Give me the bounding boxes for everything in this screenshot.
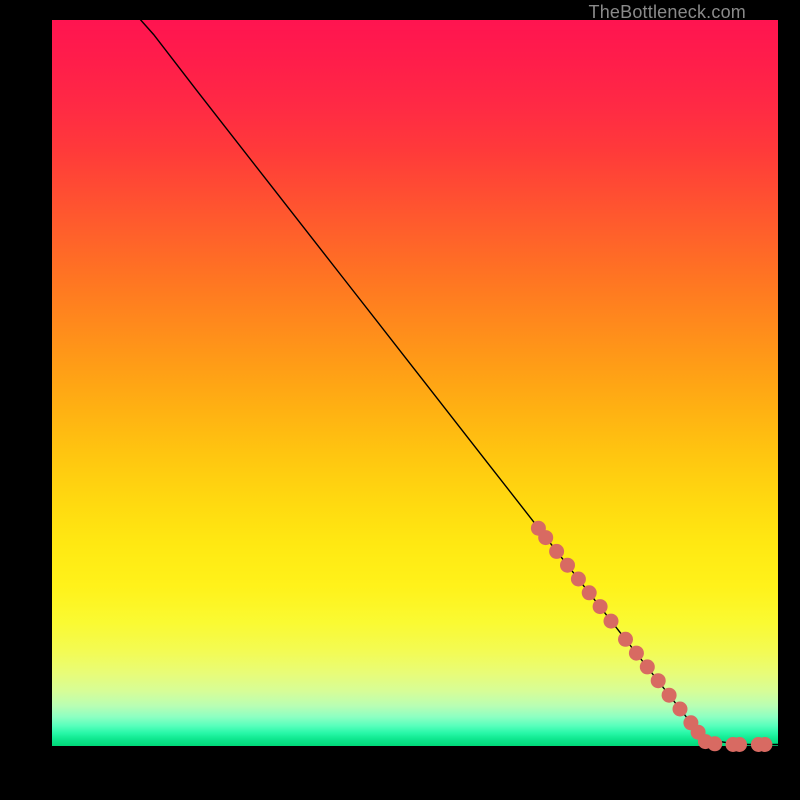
data-marker: [538, 530, 553, 545]
data-marker: [732, 737, 747, 752]
data-marker: [757, 737, 772, 752]
data-marker: [707, 736, 722, 751]
data-marker: [593, 599, 608, 614]
data-marker: [618, 632, 633, 647]
bottleneck-curve: [52, 0, 778, 744]
data-marker: [640, 659, 655, 674]
data-marker: [673, 702, 688, 717]
data-marker: [629, 646, 644, 661]
data-marker: [571, 572, 586, 587]
data-marker: [604, 614, 619, 629]
chart-frame: TheBottleneck.com: [0, 0, 800, 800]
plot-area: [52, 20, 778, 746]
chart-svg: [52, 20, 778, 746]
data-marker: [549, 544, 564, 559]
marker-group: [531, 521, 773, 752]
data-marker: [560, 558, 575, 573]
data-marker: [582, 585, 597, 600]
data-marker: [651, 673, 666, 688]
data-marker: [662, 688, 677, 703]
